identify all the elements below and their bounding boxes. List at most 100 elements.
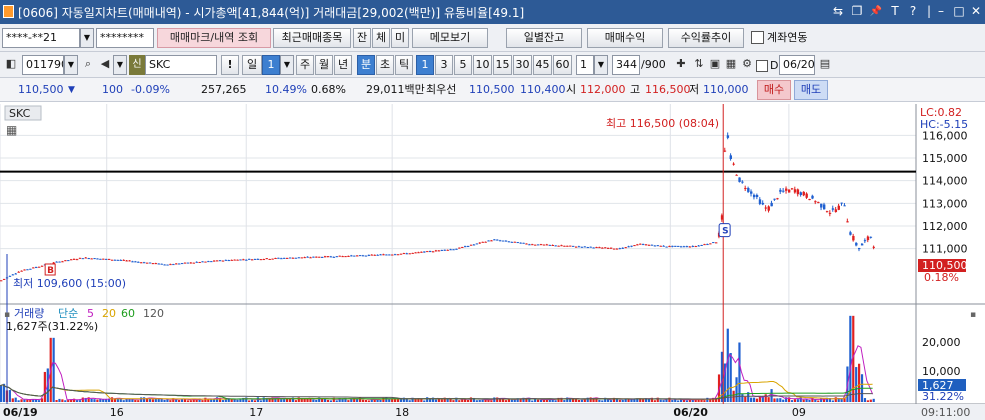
candle-body [140,262,143,264]
candle-body [239,259,242,261]
candle-body [426,251,429,253]
candle-body [157,263,160,265]
ma-120-label: 120 [143,307,164,320]
alert-button[interactable]: ! [221,55,239,75]
candle-body [449,249,452,251]
recent-trades-button[interactable]: 최근매매종목 [273,28,351,48]
stock-code-input[interactable]: 011790 [22,55,64,75]
help-icon[interactable]: ? [905,3,921,20]
unit-minute-button[interactable]: 분 [357,55,375,75]
volume-bar [779,398,782,402]
filled-button[interactable]: 체 [372,28,390,48]
volume-bar [414,399,417,402]
volume-bar [744,396,747,402]
search-icon[interactable]: ⌕ [79,54,97,74]
period-day-button[interactable]: 일 [242,55,262,75]
unit-tick-button[interactable]: 틱 [395,55,413,75]
password-field[interactable]: ******** [96,28,154,48]
gear-icon[interactable]: ⚙ [738,54,756,74]
candle-body [75,259,79,261]
trade-profit-button[interactable]: 매매수익 [587,28,663,48]
panel-toggle-icon[interactable]: ◧ [2,54,20,74]
candle-body [475,243,479,245]
minute-option-button[interactable]: 10 [473,55,492,75]
volume-bar [802,399,805,402]
close-icon[interactable]: ✕ [968,3,984,20]
period-week-button[interactable]: 주 [296,55,314,75]
candle-body [353,255,356,257]
display-count-input[interactable]: 344 [612,55,640,75]
maximize-icon[interactable]: □ [951,3,967,20]
volume-bar [250,399,254,402]
link-icon[interactable]: ⇆ [830,3,846,20]
candle-body [268,258,271,260]
speaker-icon[interactable]: ◀ [96,54,114,74]
minimize-icon[interactable]: – [933,3,949,20]
candle-body [288,257,292,259]
pin-icon[interactable]: 📌 [868,3,884,20]
ma-5-label: 5 [87,307,94,320]
minute-option-button[interactable]: 3 [435,55,453,75]
font-icon[interactable]: T [887,3,903,20]
candle-body [761,202,765,205]
minute-option-button[interactable]: 1 [416,55,434,75]
candle-body [414,252,417,254]
candle-body [709,243,712,245]
candle-body [358,255,362,257]
date-checkbox[interactable] [756,60,768,72]
volume-bar [143,397,146,402]
account-link-checkbox[interactable] [751,31,764,44]
crosshair-icon[interactable]: ✚ [672,54,690,74]
price-change-pct: -0.09% [131,83,170,96]
unit-second-button[interactable]: 초 [376,55,394,75]
minute-option-button[interactable]: 60 [553,55,572,75]
period-month-button[interactable]: 월 [315,55,333,75]
balance-button[interactable]: 잔 [353,28,371,48]
count-value-input[interactable]: 1 [576,55,594,75]
memo-button[interactable]: 메모보기 [412,28,488,48]
unfilled-button[interactable]: 미 [391,28,409,48]
account-select[interactable]: ****-**21 [2,28,80,48]
trade-mark-button[interactable]: 매매마크/내역 조회 [157,28,271,48]
sell-button[interactable]: 매도 [794,80,828,100]
period-year-button[interactable]: 년 [334,55,352,75]
candle-body [566,245,569,247]
minute-option-button[interactable]: 15 [493,55,512,75]
candle-body [843,205,846,207]
candle-body [461,246,464,248]
volume-bar [831,400,834,402]
chevron-down-icon[interactable]: ▼ [113,55,127,75]
candle-body [294,257,298,259]
candle-body [204,261,207,263]
candle-body [580,246,584,248]
chevron-down-icon[interactable]: ▼ [280,55,294,75]
volume-bar [364,400,367,402]
restore-layout-icon[interactable]: ❐ [849,3,865,20]
candle-body [799,192,803,195]
candle-body [796,189,800,195]
chevron-down-icon[interactable]: ▼ [80,28,94,48]
minute-option-button[interactable]: 5 [454,55,472,75]
candle-body [286,257,289,259]
daily-balance-button[interactable]: 일별잔고 [506,28,582,48]
volume-bar [137,400,140,402]
minute-option-button[interactable]: 45 [533,55,552,75]
time-axis-tick: 09 [792,406,806,419]
candle-body [452,249,455,251]
stock-chart[interactable]: SKC ▦ 최고 116,500 (08:04) 최저 109,600 (15:… [0,104,985,420]
candle-body [420,251,423,253]
chevron-down-icon[interactable]: ▼ [64,55,78,75]
return-trend-button[interactable]: 수익률추이 [668,28,744,48]
calendar-icon[interactable]: ▤ [816,54,834,74]
candle-body [741,181,744,183]
candle-body [78,257,82,259]
buy-button[interactable]: 매수 [757,80,791,100]
stock-name-field[interactable]: SKC [145,55,217,75]
time-axis-tick: 16 [110,406,124,419]
chevron-down-icon[interactable]: ▼ [594,55,608,75]
date-input[interactable]: 06/20 [779,55,815,75]
minute-option-button[interactable]: 30 [513,55,532,75]
period-day-count[interactable]: 1 [262,55,280,75]
candle-body [612,248,616,250]
candle-body [493,239,496,241]
